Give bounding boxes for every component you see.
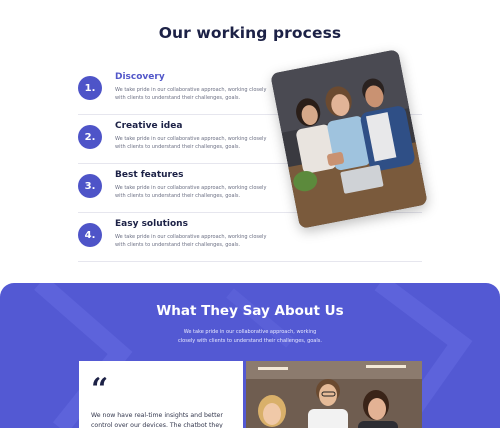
- testimonials-title: What They Say About Us: [156, 303, 344, 319]
- step-description: We take pride in our collaborative appro…: [115, 87, 267, 101]
- testimonials-description: We take pride in our collaborative appro…: [178, 329, 322, 344]
- step-title: Discovery: [115, 72, 165, 82]
- step-number-badge: 4.: [78, 223, 102, 247]
- step-title: Creative idea: [115, 121, 183, 131]
- step-description: We take pride in our collaborative appro…: [115, 185, 267, 199]
- testimonial-card: “ We now have real-time insights and bet…: [79, 361, 243, 428]
- step-title: Best features: [115, 170, 184, 180]
- step-number-badge: 2.: [78, 125, 102, 149]
- process-section-title: Our working process: [158, 24, 342, 42]
- step-title: Easy solutions: [115, 219, 188, 229]
- step-description: We take pride in our collaborative appro…: [115, 136, 267, 150]
- step-number-badge: 3.: [78, 174, 102, 198]
- office-team-illustration: [246, 361, 422, 428]
- process-step-easy-solutions: 4. Easy solutions We take pride in our c…: [78, 214, 422, 262]
- step-description: We take pride in our collaborative appro…: [115, 234, 267, 248]
- step-number-badge: 1.: [78, 76, 102, 100]
- testimonials-section: What They Say About Us We take pride in …: [0, 283, 500, 428]
- testimonial-photo: [246, 361, 422, 428]
- quote-icon: “: [91, 372, 109, 407]
- testimonial-text: We now have real-time insights and bette…: [91, 412, 223, 428]
